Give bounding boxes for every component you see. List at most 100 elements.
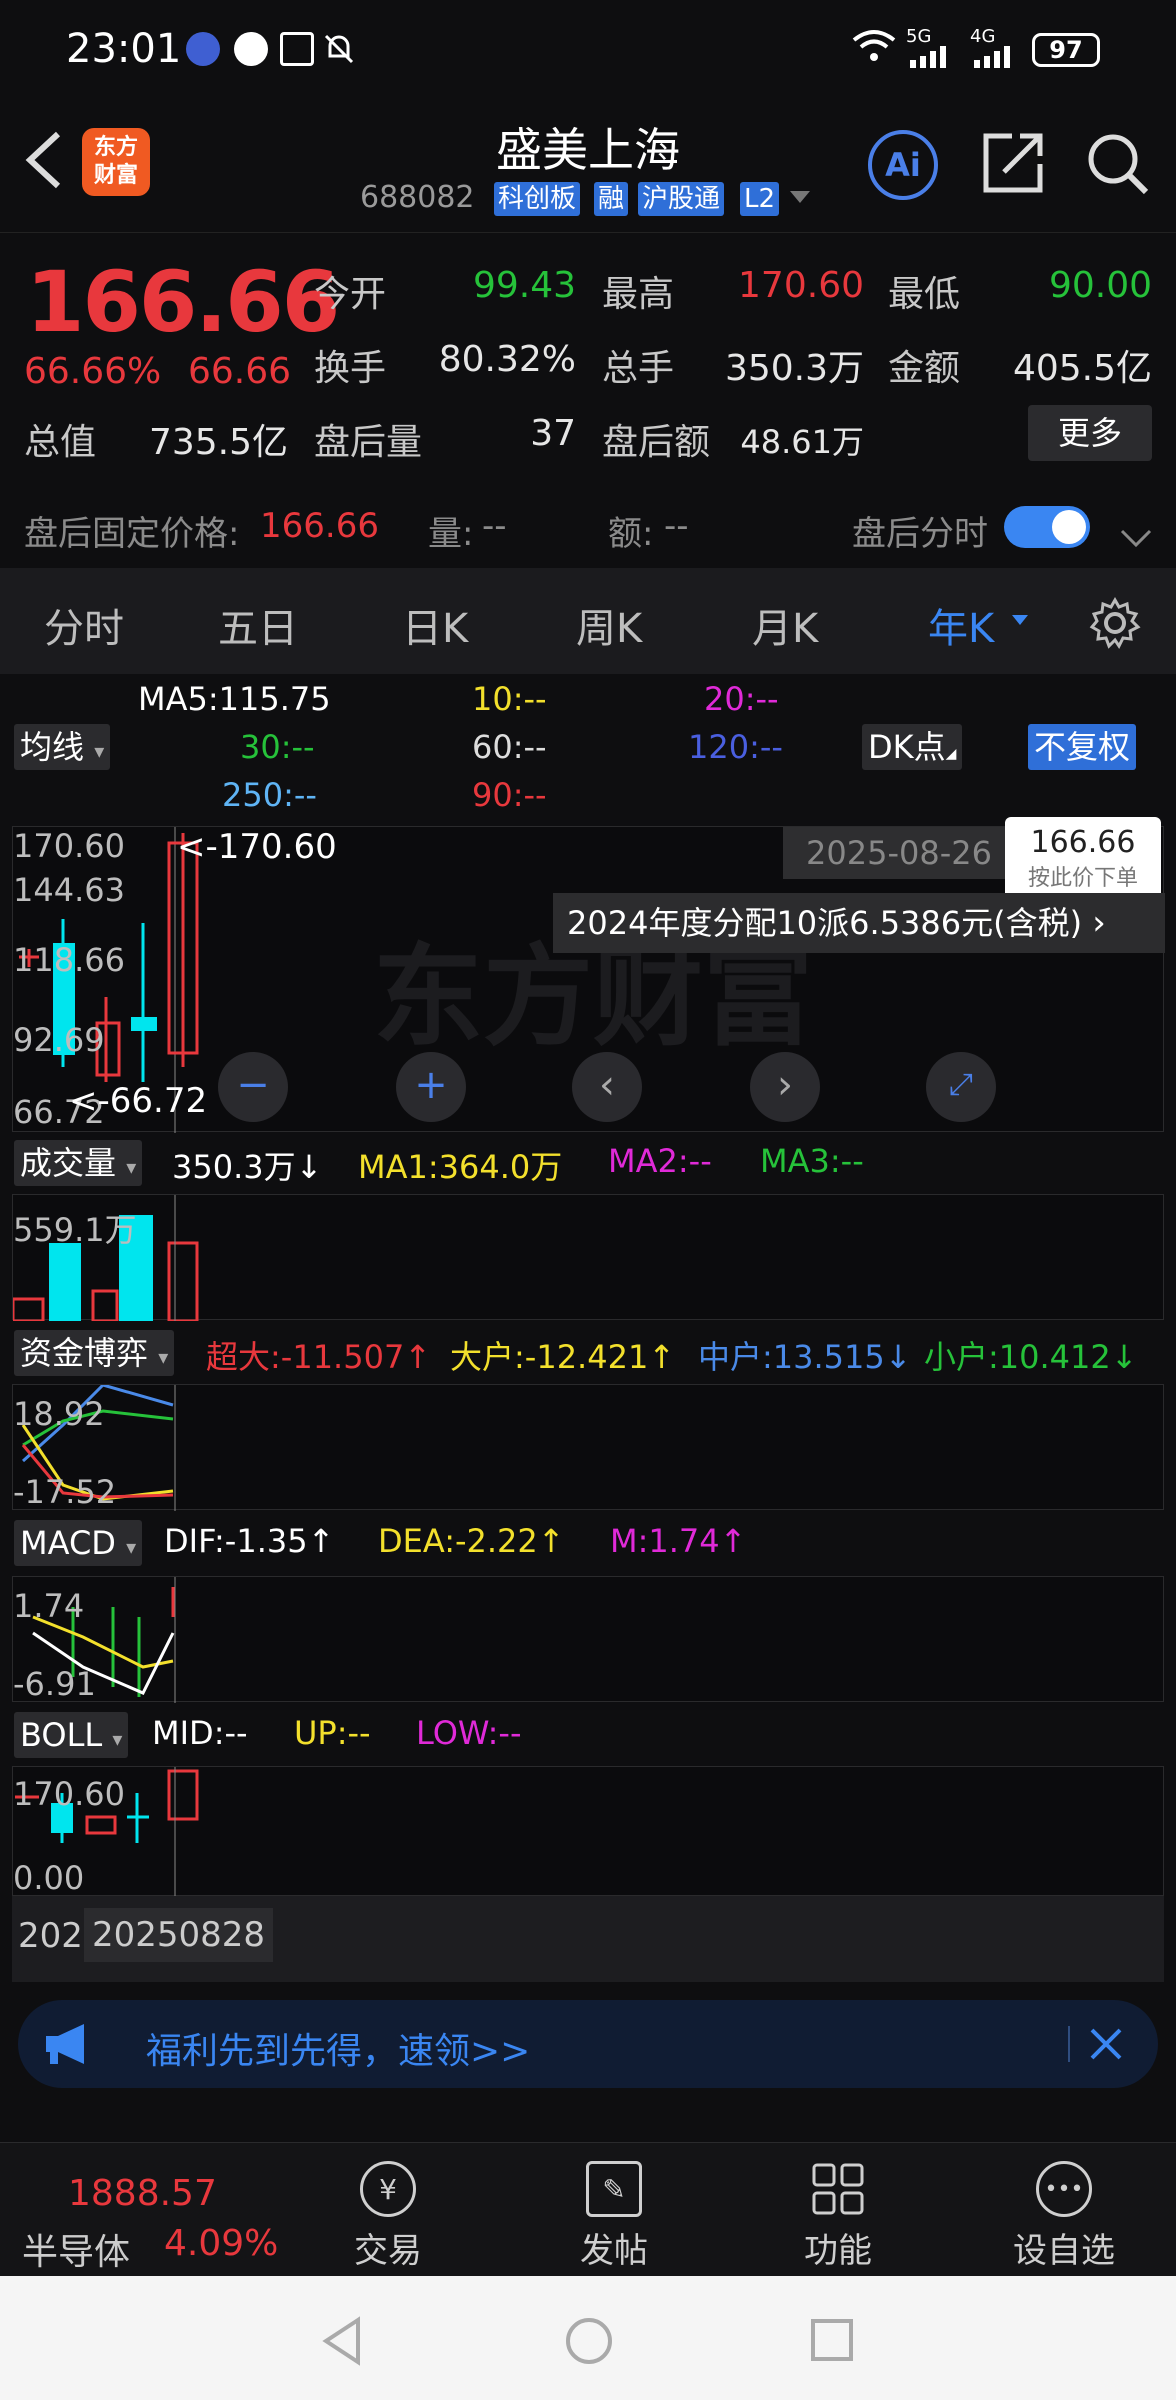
more-dots-icon: •••: [1036, 2161, 1092, 2217]
amount-label: 金额: [888, 348, 961, 389]
mute-icon: [322, 32, 356, 66]
scroll-left-button[interactable]: ‹: [572, 1052, 642, 1122]
ma120-value: 120:--: [688, 728, 783, 766]
status-bar: 23:01 5G 4G 97: [0, 0, 1176, 96]
volume-ma1: MA1:364.0万: [358, 1148, 563, 1186]
settings-gear-icon[interactable]: [1088, 596, 1142, 654]
mktcap-value: 735.5亿: [148, 422, 288, 463]
ma5-value: MA5:115.75: [138, 680, 331, 718]
promo-banner[interactable]: 福利先到先得，速领>>: [18, 2000, 1158, 2088]
ai-button[interactable]: Ai: [868, 130, 938, 200]
search-icon[interactable]: [1086, 132, 1150, 200]
boll-low: LOW:--: [416, 1714, 522, 1752]
macd-selector[interactable]: MACD ▾: [14, 1520, 143, 1566]
status-time: 23:01: [66, 26, 182, 72]
dividend-chevron-icon: ›: [1092, 903, 1106, 943]
post-label: 发帖: [580, 2231, 648, 2271]
date-axis-left: 202: [18, 1916, 83, 1956]
share-icon[interactable]: [982, 132, 1044, 198]
wifi-icon: [852, 28, 896, 68]
zoom-in-button[interactable]: +: [396, 1052, 466, 1122]
post-button[interactable]: ✎ 发帖: [544, 2161, 684, 2272]
zoom-out-button[interactable]: −: [218, 1052, 288, 1122]
tab-five-day[interactable]: 五日: [218, 596, 298, 654]
yuan-icon: ¥: [360, 2161, 416, 2217]
high-label: 最高: [602, 274, 675, 315]
volume-ma2: MA2:--: [608, 1142, 712, 1180]
more-button[interactable]: 更多: [1028, 405, 1152, 461]
signal-icon: [906, 46, 960, 72]
scroll-right-button[interactable]: ›: [750, 1052, 820, 1122]
order-price: 166.66: [1030, 825, 1136, 860]
expand-chevron-icon[interactable]: [1120, 518, 1152, 558]
capital-tick-1: 18.92: [13, 1395, 105, 1433]
ma250-value: 250:--: [222, 776, 317, 814]
trade-button[interactable]: ¥ 交易: [318, 2161, 458, 2272]
volume-bar-1: [49, 1243, 81, 1321]
function-button[interactable]: 功能: [768, 2161, 908, 2272]
ma-selector-caret-icon: ▾: [94, 739, 105, 763]
close-icon[interactable]: [1086, 2024, 1126, 2068]
tab-yearly-k[interactable]: 年K: [928, 596, 994, 654]
sector-percent: 4.09%: [164, 2223, 279, 2264]
turnover-label: 换手: [314, 348, 387, 389]
capital-caret-icon: ▾: [158, 1345, 169, 1369]
macd-dea: DEA:-2.22↑: [378, 1522, 565, 1560]
app-header: 东方 财富 盛美上海 688082 科创板 融 沪股通 L2 Ai: [0, 96, 1176, 232]
volume-tick: 559.1万: [13, 1211, 137, 1249]
capital-selector[interactable]: 资金博弈 ▾: [14, 1330, 175, 1376]
fixed-amount-value: --: [664, 506, 689, 546]
fixed-qty-label: 量:: [428, 514, 474, 554]
macd-selector-label: MACD: [20, 1524, 116, 1562]
kline-tick-4: 92.69: [13, 1021, 105, 1059]
fixed-qty-value: --: [482, 506, 507, 546]
after-hours-toggle[interactable]: [1004, 506, 1090, 548]
boll-candle-4: [167, 1769, 199, 1821]
macd-chart[interactable]: 1.74 -6.91: [12, 1576, 1164, 1703]
ma60-value: 60:--: [472, 728, 547, 766]
add-watchlist-button[interactable]: ••• 设自选: [994, 2161, 1134, 2272]
dividend-banner[interactable]: 2024年度分配10派6.5386元(含税) ›: [553, 893, 1165, 953]
battery-indicator: 97: [1032, 33, 1100, 67]
boll-selector[interactable]: BOLL ▾: [14, 1712, 129, 1758]
network-4g-label: 4G: [970, 26, 996, 47]
qq-icon: [234, 32, 268, 66]
tag-l2: L2: [740, 182, 780, 216]
nav-recents-icon[interactable]: [810, 2318, 854, 2366]
ma-selector[interactable]: 均线 ▾: [14, 724, 111, 770]
tab-daily-k[interactable]: 日K: [402, 596, 468, 654]
adjust-button[interactable]: 不复权: [1028, 724, 1137, 770]
nav-back-icon[interactable]: [320, 2316, 364, 2370]
tab-intraday[interactable]: 分时: [44, 596, 124, 654]
capital-tick-2: -17.52: [13, 1473, 117, 1511]
dividend-text: 2024年度分配10派6.5386元(含税): [567, 904, 1083, 942]
fullscreen-icon[interactable]: ⤢: [926, 1052, 996, 1122]
sector-index[interactable]: 1888.57 半导体 4.09%: [0, 2143, 310, 2277]
ma30-value: 30:--: [240, 728, 315, 766]
dk-point-button[interactable]: DK点◢: [862, 724, 963, 770]
nav-home-icon[interactable]: [564, 2316, 614, 2370]
promo-divider: [1068, 2026, 1070, 2062]
capital-svg: [21, 1385, 176, 1511]
volume-selector[interactable]: 成交量 ▾: [14, 1140, 143, 1186]
app-notification-icon: [186, 32, 220, 66]
volume-value: 350.3万: [724, 348, 864, 389]
tab-weekly-k[interactable]: 周K: [576, 596, 642, 654]
macd-tick-2: -6.91: [13, 1665, 96, 1703]
fixed-amount-label: 额:: [608, 514, 654, 554]
order-label: 按此价下单: [1027, 866, 1138, 891]
low-value: 90.00: [1048, 265, 1152, 306]
tab-monthly-k[interactable]: 月K: [752, 596, 818, 654]
tag-margin: 融: [594, 182, 629, 216]
tab-dropdown-icon[interactable]: [1012, 612, 1028, 631]
order-at-price-button[interactable]: 166.66 按此价下单: [1005, 817, 1161, 901]
signal-icon-2: [970, 46, 1024, 72]
volume-chart[interactable]: 559.1万: [12, 1194, 1164, 1321]
chevron-down-icon[interactable]: [790, 190, 810, 209]
boll-chart[interactable]: 170.60 0.00: [12, 1766, 1164, 1897]
max-price-marker: <-170.60: [177, 827, 337, 867]
boll-candle-2: [85, 1815, 117, 1835]
capital-chart[interactable]: 18.92 -17.52: [12, 1384, 1164, 1511]
quote-panel: 166.66 66.66% 66.66 今开 99.43 最高 170.60 最…: [0, 232, 1176, 472]
function-label: 功能: [804, 2231, 872, 2271]
